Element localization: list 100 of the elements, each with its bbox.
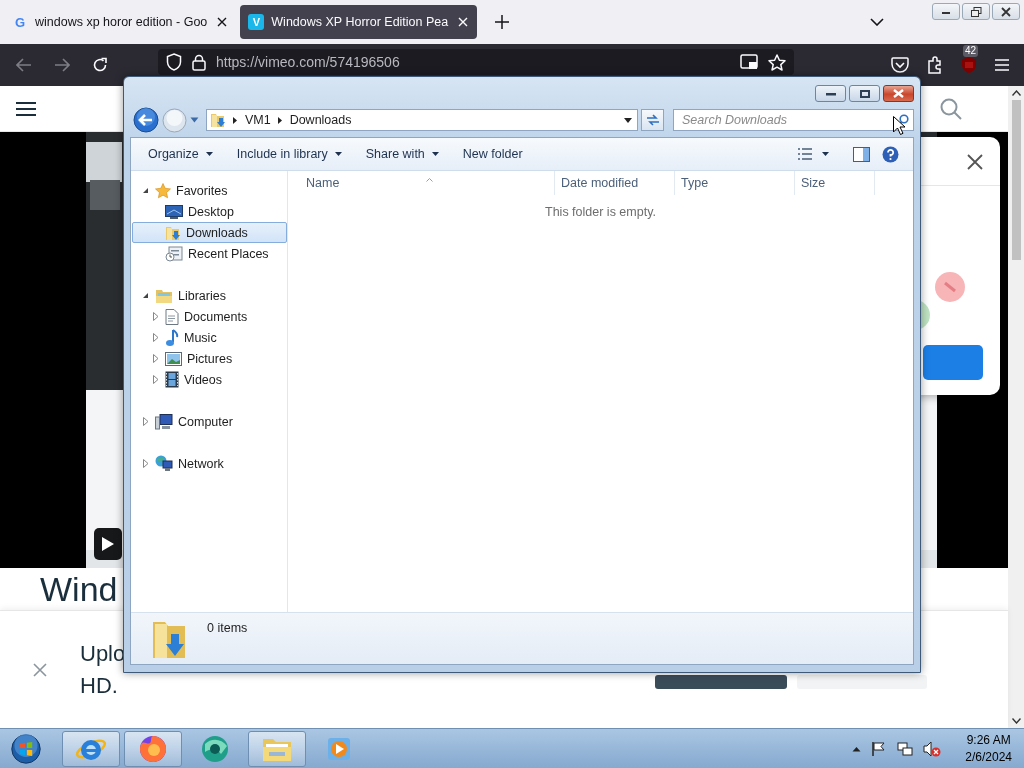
nav-item[interactable]: Favorites	[132, 180, 287, 201]
refresh-button[interactable]	[641, 109, 664, 131]
breadcrumb-arrow-icon	[277, 116, 282, 124]
landscape-picture-icon	[165, 351, 182, 366]
scrollbar[interactable]	[1008, 86, 1024, 728]
collapsed-arrow-icon[interactable]	[151, 333, 160, 342]
close-icon	[893, 89, 904, 98]
expanded-arrow-icon[interactable]	[141, 292, 150, 299]
browser-tab[interactable]: V Windows XP Horror Edition Pea	[240, 5, 478, 39]
collapsed-arrow-icon[interactable]	[151, 312, 160, 321]
collapsed-arrow-icon[interactable]	[141, 417, 150, 426]
scroll-down-icon	[1011, 718, 1021, 724]
toolbar-button[interactable]: Share with	[356, 143, 448, 165]
maximize-button[interactable]	[849, 85, 880, 102]
cursor-icon	[893, 116, 905, 135]
column-header[interactable]: Type	[675, 171, 795, 195]
folder-download-icon	[165, 224, 181, 241]
close-icon	[458, 17, 469, 27]
nav-item[interactable]: Recent Places	[132, 243, 287, 264]
browser-tab[interactable]: G windows xp horor edition - Goo	[4, 5, 237, 39]
tab-title: Windows XP Horror Edition Pea	[271, 15, 449, 29]
network-globe-icon	[155, 455, 173, 472]
taskbar-button[interactable]	[248, 730, 306, 767]
expanded-arrow-icon[interactable]	[141, 187, 150, 194]
column-header[interactable]: Date modified	[555, 171, 675, 195]
fox-globe-icon	[138, 733, 168, 764]
music-note-icon	[165, 328, 179, 347]
clock[interactable]: 9:26 AM 2/6/2024	[965, 731, 1012, 766]
empty-message: This folder is empty.	[544, 205, 657, 219]
favicon: V	[248, 14, 265, 30]
nav-item[interactable]: Downloads	[132, 222, 287, 243]
url-text: https://vimeo.com/574196506	[216, 54, 401, 70]
nav-item[interactable]: Libraries	[132, 285, 287, 306]
taskbar-button[interactable]	[124, 730, 182, 767]
reload-icon	[92, 57, 108, 73]
dropdown-caret-icon	[431, 152, 439, 156]
refresh-icon	[645, 114, 660, 126]
puzzle-piece-icon	[926, 56, 944, 74]
speaker-muted-icon	[923, 740, 942, 757]
plus-icon	[495, 15, 510, 29]
flag-icon	[871, 740, 888, 757]
nav-item[interactable]: Documents	[132, 306, 287, 327]
toolbar-button[interactable]: Include in library	[227, 143, 351, 165]
address-bar[interactable]: https://vimeo.com/574196506	[158, 49, 794, 75]
maximize-icon	[859, 89, 870, 98]
search-field[interactable]: Search Downloads	[673, 109, 914, 131]
banner-text: Uplo HD.	[80, 639, 126, 700]
restore-icon	[970, 6, 982, 17]
computer-icon	[155, 413, 173, 430]
breadcrumb-item[interactable]: Downloads	[289, 113, 352, 127]
document-icon	[165, 308, 179, 325]
nav-item[interactable]: Desktop	[132, 201, 287, 222]
video-title: Wind	[40, 569, 118, 609]
nav-item[interactable]: Music	[132, 327, 287, 348]
nav-item[interactable]: Videos	[132, 369, 287, 390]
toolbar-button[interactable]: Organize	[139, 143, 222, 165]
recent-pages-caret-icon	[190, 117, 199, 123]
toolbar-button[interactable]: New folder	[453, 143, 532, 165]
close-button[interactable]	[992, 3, 1020, 20]
shield-icon	[166, 53, 182, 71]
monitor-icon	[165, 204, 183, 219]
back-button[interactable]	[133, 107, 159, 133]
collapsed-arrow-icon[interactable]	[141, 459, 150, 468]
scroll-up-icon	[1011, 90, 1021, 96]
picture-in-picture-icon	[740, 54, 758, 70]
tab-title: windows xp horor edition - Goo	[35, 15, 208, 29]
play-icon	[326, 735, 352, 762]
item-count: 0 items	[207, 621, 248, 635]
restore-button[interactable]	[962, 3, 990, 20]
play-button[interactable]	[94, 528, 122, 560]
dropdown-caret-icon	[822, 152, 829, 156]
date-text: 2/6/2024	[965, 748, 1012, 766]
scrollbar-thumb[interactable]	[1011, 100, 1021, 260]
breadcrumb-item[interactable]: VM1	[244, 113, 271, 127]
play-icon	[102, 537, 114, 551]
folder-download-icon	[209, 112, 226, 128]
time-text: 9:26 AM	[966, 731, 1011, 749]
taskbar-button[interactable]	[62, 730, 120, 767]
search-icon	[940, 97, 962, 120]
preview-pane-icon	[853, 146, 870, 162]
nav-item[interactable]: Computer	[132, 411, 287, 432]
column-header[interactable]: Name	[300, 171, 555, 195]
nav-item[interactable]: Network	[132, 453, 287, 474]
library-folder-icon	[155, 287, 173, 304]
network-icon	[897, 740, 914, 757]
close-icon	[1001, 6, 1011, 17]
collapsed-arrow-icon[interactable]	[151, 354, 160, 363]
minimize-button[interactable]	[815, 85, 846, 102]
pocket-icon	[891, 57, 909, 73]
favicon: G	[13, 14, 27, 30]
minimize-icon	[825, 91, 836, 96]
film-strip-icon	[165, 371, 179, 388]
nav-item[interactable]: Pictures	[132, 348, 287, 369]
close-icon	[217, 17, 228, 27]
address-bar[interactable]: VM1 Downloads	[205, 109, 639, 131]
breadcrumb-arrow-icon	[232, 116, 237, 124]
minimize-button[interactable]	[932, 3, 960, 20]
close-button[interactable]	[883, 85, 914, 102]
collapsed-arrow-icon[interactable]	[151, 375, 160, 384]
column-header[interactable]: Size	[795, 171, 875, 195]
